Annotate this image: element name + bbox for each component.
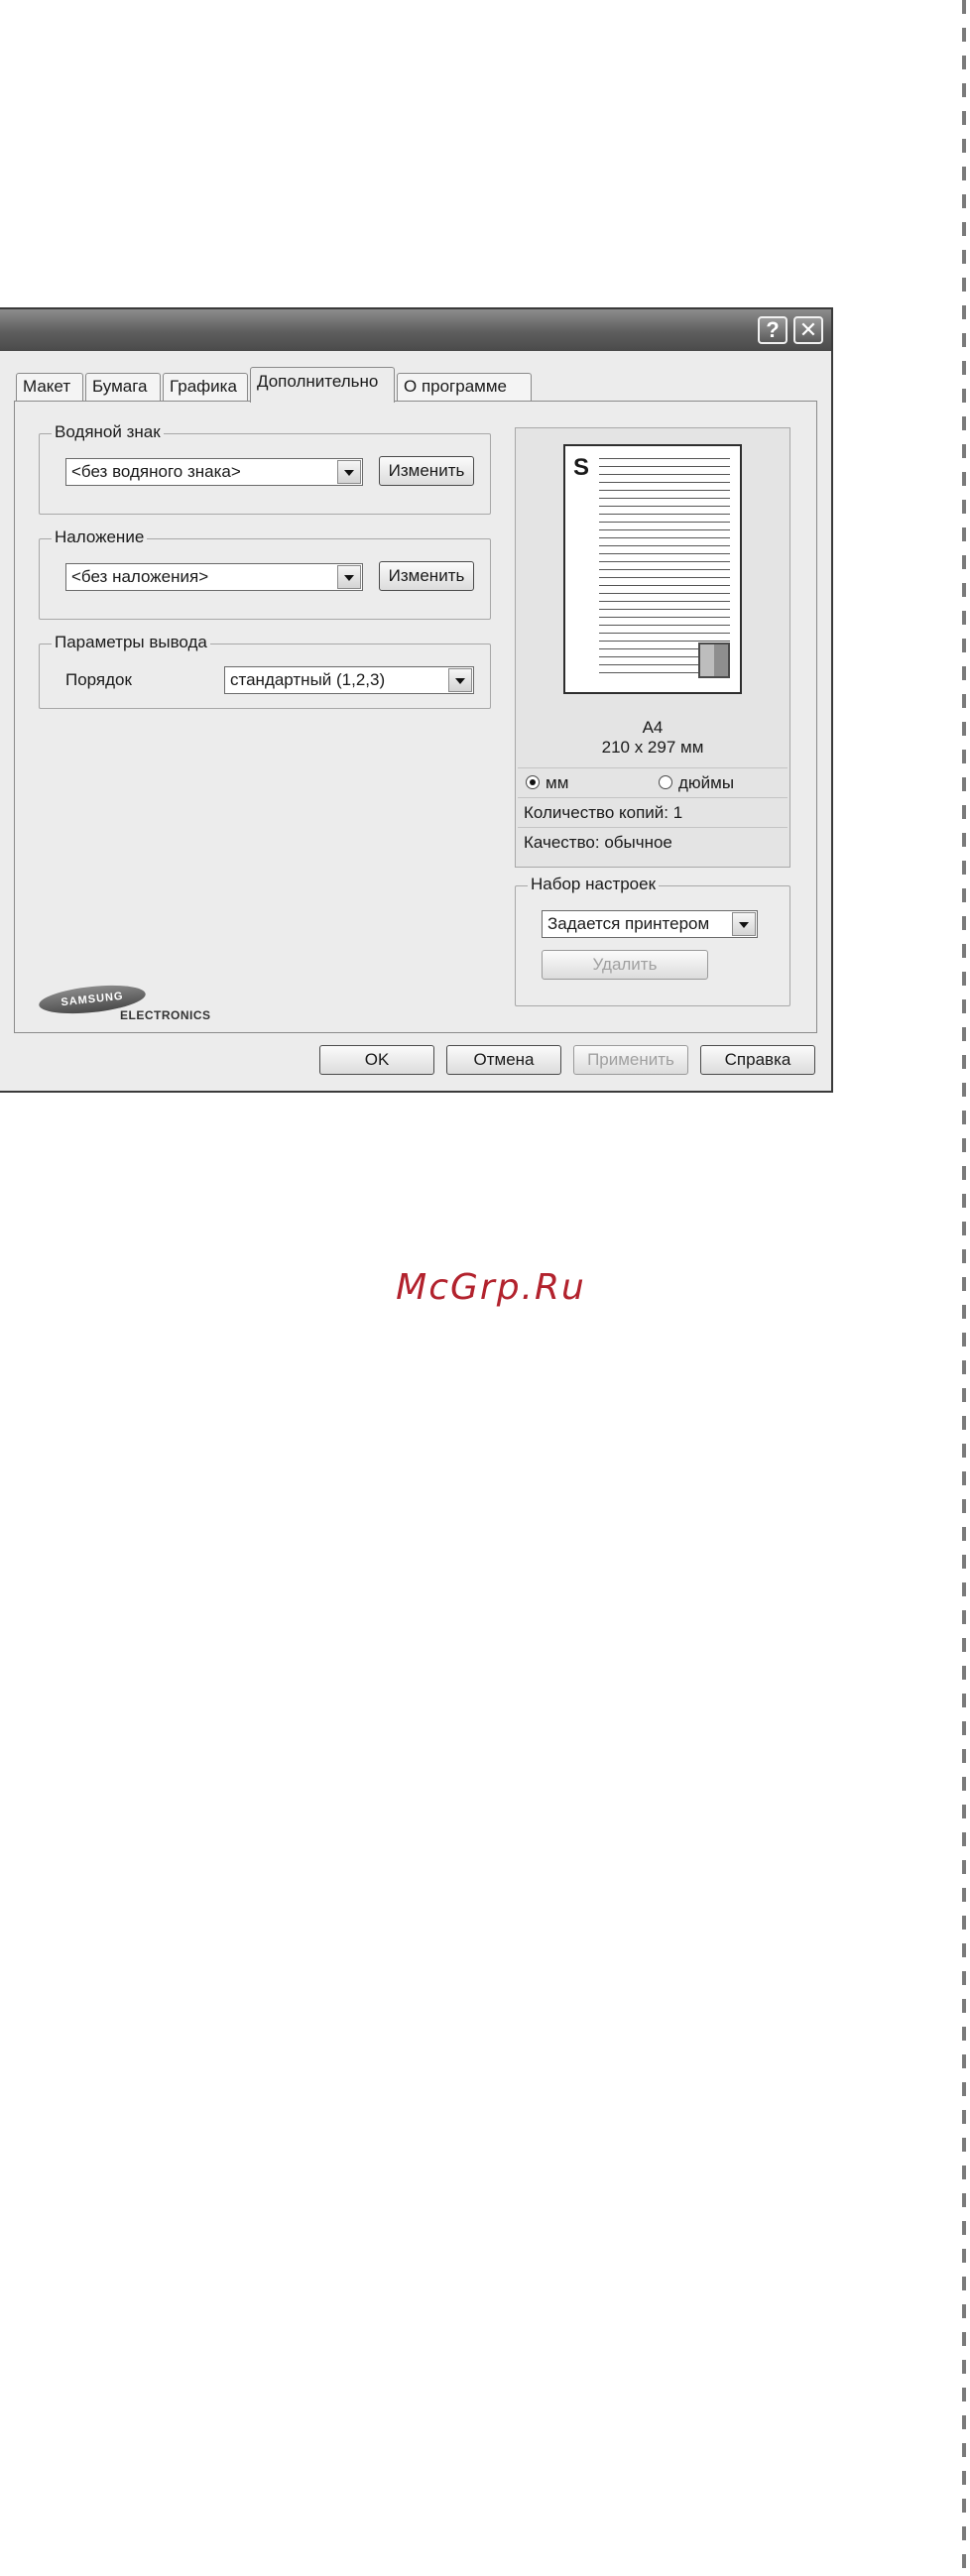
overlay-select-value: <без наложения>	[71, 567, 209, 586]
tab-paper[interactable]: Бумага	[85, 373, 161, 401]
tab-about[interactable]: О программе	[397, 373, 532, 401]
watermark-group: Водяной знак <без водяного знака> Измени…	[39, 422, 491, 515]
favorites-select-value: Задается принтером	[547, 914, 710, 933]
unit-mm-radio[interactable]	[526, 775, 540, 789]
delete-preset-button[interactable]: Удалить	[542, 950, 708, 980]
favorites-group-title: Набор настроек	[528, 875, 660, 894]
copies-info: Количество копий: 1	[518, 797, 788, 827]
favorites-group: Набор настроек Задается принтером Удалит…	[515, 875, 790, 1006]
tab-graphics[interactable]: Графика	[163, 373, 248, 401]
watermark-group-title: Водяной знак	[52, 422, 164, 442]
overlay-select[interactable]: <без наложения>	[65, 563, 363, 591]
order-label: Порядок	[65, 670, 132, 689]
printer-properties-dialog: ? ✕ Макет Бумага Графика Дополнительно О…	[0, 307, 833, 1093]
close-icon[interactable]: ✕	[793, 316, 823, 344]
overlay-group: Наложение <без наложения> Изменить	[39, 527, 491, 620]
order-select[interactable]: стандартный (1,2,3)	[224, 666, 474, 694]
paper-letter: S	[573, 454, 590, 481]
quality-info: Качество: обычное	[518, 827, 788, 857]
page-preview-panel: S A4 210 x 297 мм мм дюймы Количество ко…	[515, 427, 790, 868]
advanced-tab-panel: Водяной знак <без водяного знака> Измени…	[14, 401, 817, 1033]
favorites-select[interactable]: Задается принтером	[542, 910, 758, 938]
chevron-down-icon[interactable]	[448, 668, 472, 692]
overlay-edit-button[interactable]: Изменить	[379, 561, 474, 591]
unit-inch-radio[interactable]	[659, 775, 672, 789]
chevron-down-icon[interactable]	[732, 912, 756, 936]
electronics-label: ELECTRONICS	[120, 1008, 211, 1022]
watermark-overlay-icon	[698, 643, 730, 678]
units-row: мм дюймы	[518, 767, 788, 797]
site-watermark: McGrp.Ru	[396, 1267, 586, 1308]
output-options-group: Параметры вывода Порядок стандартный (1,…	[39, 633, 491, 709]
watermark-select[interactable]: <без водяного знака>	[65, 458, 363, 486]
apply-button[interactable]: Применить	[573, 1045, 688, 1075]
watermark-select-value: <без водяного знака>	[71, 462, 241, 481]
cancel-button[interactable]: Отмена	[446, 1045, 561, 1075]
paper-size: A4	[642, 718, 664, 737]
tab-layout[interactable]: Макет	[16, 373, 83, 401]
help-button[interactable]: Справка	[700, 1045, 815, 1075]
paper-preview: S	[563, 444, 742, 694]
output-options-group-title: Параметры вывода	[52, 633, 210, 652]
order-select-value: стандартный (1,2,3)	[230, 670, 386, 689]
paper-dimensions: 210 x 297 мм	[601, 738, 704, 757]
help-icon[interactable]: ?	[758, 316, 788, 344]
unit-mm-label: мм	[546, 773, 569, 792]
watermark-edit-button[interactable]: Изменить	[379, 456, 474, 486]
chevron-down-icon[interactable]	[337, 460, 361, 484]
overlay-group-title: Наложение	[52, 527, 148, 547]
title-bar: ? ✕	[0, 309, 831, 351]
ok-button[interactable]: OK	[319, 1045, 434, 1075]
tab-advanced[interactable]: Дополнительно	[250, 367, 395, 403]
chevron-down-icon[interactable]	[337, 565, 361, 589]
unit-inch-label: дюймы	[678, 773, 735, 792]
